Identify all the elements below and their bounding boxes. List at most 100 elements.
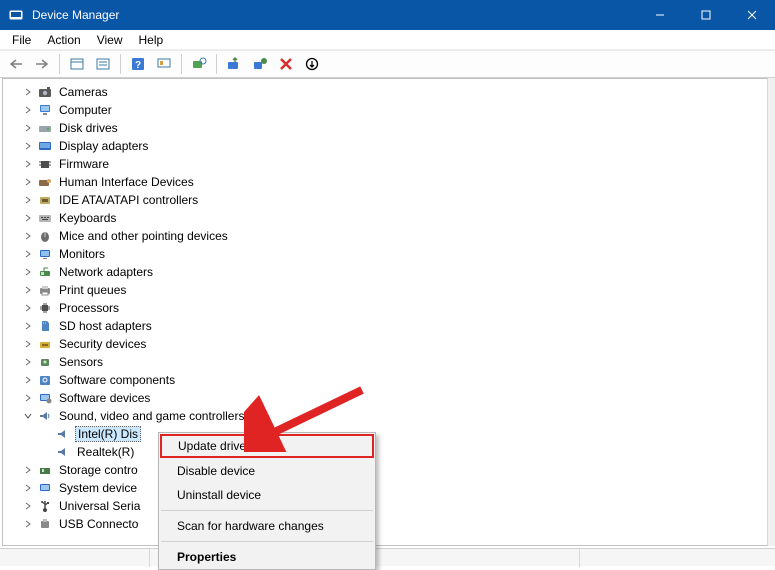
tree-node-mice[interactable]: Mice and other pointing devices: [3, 227, 772, 245]
chevron-right-icon[interactable]: [21, 124, 35, 132]
app-icon: [8, 7, 24, 23]
chevron-right-icon[interactable]: [21, 178, 35, 186]
chevron-right-icon[interactable]: [21, 376, 35, 384]
tree-node-cameras[interactable]: Cameras: [3, 83, 772, 101]
scrollbar[interactable]: [767, 78, 775, 546]
chevron-right-icon[interactable]: [21, 160, 35, 168]
ctx-scan-hardware[interactable]: Scan for hardware changes: [159, 514, 375, 538]
menu-help[interactable]: Help: [131, 31, 172, 49]
chevron-right-icon[interactable]: [21, 304, 35, 312]
tree-node-processors[interactable]: Processors: [3, 299, 772, 317]
tree-node-hid[interactable]: Human Interface Devices: [3, 173, 772, 191]
tree-label: Sensors: [57, 355, 105, 369]
chevron-right-icon[interactable]: [21, 286, 35, 294]
ctx-properties[interactable]: Properties: [159, 545, 375, 569]
tree-node-sensors[interactable]: Sensors: [3, 353, 772, 371]
chevron-right-icon[interactable]: [21, 250, 35, 258]
chevron-right-icon[interactable]: [21, 106, 35, 114]
maximize-button[interactable]: [683, 0, 729, 30]
device-tree-pane: Cameras Computer Disk drives Display ada…: [2, 78, 773, 546]
show-hide-button[interactable]: [65, 53, 89, 75]
chevron-right-icon[interactable]: [21, 520, 35, 528]
forward-button[interactable]: [30, 53, 54, 75]
tree-node-monitors[interactable]: Monitors: [3, 245, 772, 263]
tree-node-print-queues[interactable]: Print queues: [3, 281, 772, 299]
device-tree[interactable]: Cameras Computer Disk drives Display ada…: [3, 79, 772, 537]
tree-label: Software components: [57, 373, 177, 387]
properties-button[interactable]: [91, 53, 115, 75]
tree-label: IDE ATA/ATAPI controllers: [57, 193, 200, 207]
context-menu: Update driver Disable device Uninstall d…: [158, 432, 376, 570]
tree-label: Firmware: [57, 157, 111, 171]
tree-node-keyboards[interactable]: Keyboards: [3, 209, 772, 227]
tree-label: Disk drives: [57, 121, 120, 135]
processor-icon: [37, 300, 53, 316]
menu-action[interactable]: Action: [39, 31, 88, 49]
ctx-update-driver[interactable]: Update driver: [160, 434, 374, 458]
tree-node-display-adapters[interactable]: Display adapters: [3, 137, 772, 155]
menu-bar: File Action View Help: [0, 30, 775, 50]
chevron-right-icon[interactable]: [21, 484, 35, 492]
chevron-right-icon[interactable]: [21, 502, 35, 510]
chevron-right-icon[interactable]: [21, 214, 35, 222]
update-driver-button[interactable]: [222, 53, 246, 75]
network-icon: [37, 264, 53, 280]
chevron-right-icon[interactable]: [21, 358, 35, 366]
chevron-right-icon[interactable]: [21, 196, 35, 204]
system-icon: [37, 480, 53, 496]
tree-label: Display adapters: [57, 139, 150, 153]
separator: [161, 541, 373, 542]
close-button[interactable]: [729, 0, 775, 30]
tree-node-network[interactable]: Network adapters: [3, 263, 772, 281]
monitor-icon: [37, 246, 53, 262]
tree-node-system-devices[interactable]: System device: [3, 479, 772, 497]
tree-node-computer[interactable]: Computer: [3, 101, 772, 119]
tree-node-sd-host[interactable]: SD host adapters: [3, 317, 772, 335]
tree-node-storage[interactable]: Storage contro: [3, 461, 772, 479]
chevron-right-icon[interactable]: [21, 340, 35, 348]
tree-node-intel-audio[interactable]: Intel(R) Dis: [3, 425, 772, 443]
action-center-button[interactable]: [152, 53, 176, 75]
tree-node-usb-connector[interactable]: USB Connecto: [3, 515, 772, 533]
menu-view[interactable]: View: [89, 31, 131, 49]
minimize-button[interactable]: [637, 0, 683, 30]
hid-icon: [37, 174, 53, 190]
tree-label: Universal Seria: [57, 499, 142, 513]
tree-node-software-components[interactable]: Software components: [3, 371, 772, 389]
enable-button[interactable]: [300, 53, 324, 75]
scan-button[interactable]: [187, 53, 211, 75]
uninstall-button[interactable]: [248, 53, 272, 75]
menu-file[interactable]: File: [4, 31, 39, 49]
chevron-right-icon[interactable]: [21, 466, 35, 474]
tree-node-disk-drives[interactable]: Disk drives: [3, 119, 772, 137]
chevron-right-icon[interactable]: [21, 394, 35, 402]
tree-label: Print queues: [57, 283, 128, 297]
tree-node-usb[interactable]: Universal Seria: [3, 497, 772, 515]
chevron-right-icon[interactable]: [21, 88, 35, 96]
disable-button[interactable]: [274, 53, 298, 75]
help-button[interactable]: ?: [126, 53, 150, 75]
tree-node-realtek-audio[interactable]: Realtek(R): [3, 443, 772, 461]
tree-node-ide[interactable]: IDE ATA/ATAPI controllers: [3, 191, 772, 209]
tree-label: SD host adapters: [57, 319, 154, 333]
tree-label: Realtek(R): [75, 445, 136, 459]
window-controls: [637, 0, 775, 30]
display-adapter-icon: [37, 138, 53, 154]
toolbar: ?: [0, 50, 775, 78]
chevron-right-icon[interactable]: [21, 322, 35, 330]
ctx-uninstall-device[interactable]: Uninstall device: [159, 483, 375, 507]
tree-label: Computer: [57, 103, 114, 117]
title-bar: Device Manager: [0, 0, 775, 30]
tree-node-firmware[interactable]: Firmware: [3, 155, 772, 173]
sd-icon: [37, 318, 53, 334]
back-button[interactable]: [4, 53, 28, 75]
tree-node-software-devices[interactable]: Software devices: [3, 389, 772, 407]
chevron-right-icon[interactable]: [21, 268, 35, 276]
tree-node-security[interactable]: Security devices: [3, 335, 772, 353]
tree-node-sound[interactable]: Sound, video and game controllers: [3, 407, 772, 425]
tree-label: Cameras: [57, 85, 110, 99]
chevron-down-icon[interactable]: [21, 412, 35, 420]
chevron-right-icon[interactable]: [21, 142, 35, 150]
ctx-disable-device[interactable]: Disable device: [159, 459, 375, 483]
chevron-right-icon[interactable]: [21, 232, 35, 240]
